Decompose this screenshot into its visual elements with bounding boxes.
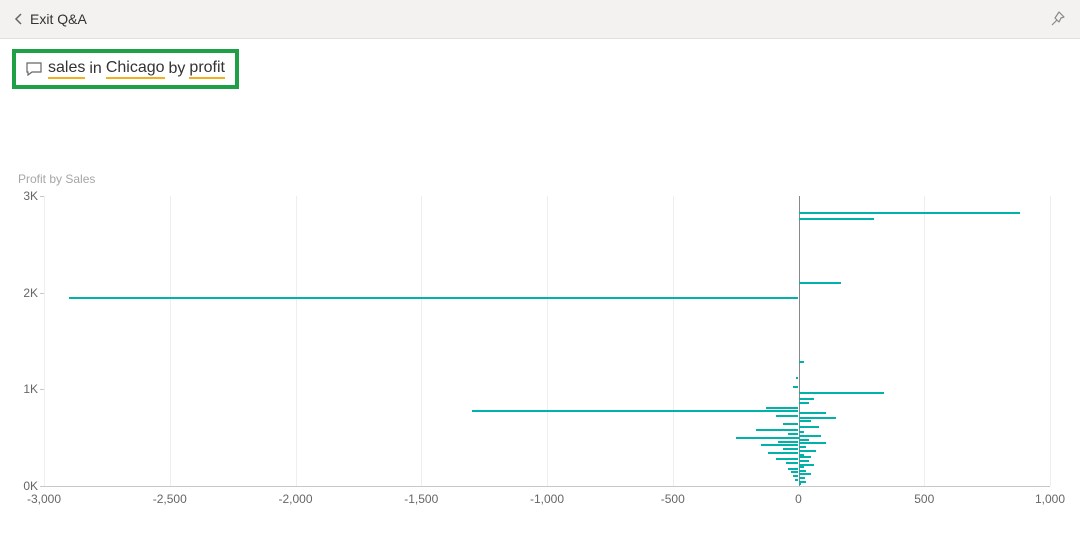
data-bar[interactable] <box>788 433 798 435</box>
chat-icon <box>26 62 42 76</box>
gridline-vertical <box>44 196 45 486</box>
gridline-vertical <box>1050 196 1051 486</box>
gridline-vertical <box>673 196 674 486</box>
data-bar[interactable] <box>799 473 812 475</box>
x-tick-label: 0 <box>795 492 802 506</box>
data-bar[interactable] <box>472 410 799 412</box>
data-bar[interactable] <box>69 297 798 299</box>
qa-query-input[interactable]: sales in Chicago by profit <box>12 49 239 89</box>
y-tick-label: 1K <box>4 382 38 396</box>
data-bar[interactable] <box>799 450 817 452</box>
x-tick-label: -500 <box>661 492 685 506</box>
x-tick-label: -1,000 <box>530 492 564 506</box>
data-bar[interactable] <box>799 483 802 485</box>
gridline-vertical <box>170 196 171 486</box>
x-axis-line <box>44 486 1050 487</box>
qa-term-profit: profit <box>189 59 225 79</box>
y-tick-label: 2K <box>4 286 38 300</box>
exit-qa-button[interactable]: Exit Q&A <box>14 11 87 27</box>
gridline-vertical <box>296 196 297 486</box>
qa-query-area: sales in Chicago by profit <box>0 39 1080 89</box>
gridline-vertical <box>421 196 422 486</box>
data-bar[interactable] <box>799 439 809 441</box>
data-bar[interactable] <box>793 386 798 388</box>
data-bar[interactable] <box>756 429 799 431</box>
qa-word-in: in <box>89 60 101 78</box>
exit-qa-label: Exit Q&A <box>30 11 87 27</box>
data-bar[interactable] <box>786 462 799 464</box>
data-bar[interactable] <box>736 437 799 439</box>
x-tick-label: 500 <box>914 492 934 506</box>
data-bar[interactable] <box>799 218 874 220</box>
data-bar[interactable] <box>799 470 807 472</box>
qa-term-chicago: Chicago <box>106 59 165 79</box>
y-tick-label: 0K <box>4 479 38 493</box>
qa-word-by: by <box>169 60 186 78</box>
data-bar[interactable] <box>799 282 842 284</box>
chevron-left-icon <box>14 13 24 25</box>
data-bar[interactable] <box>799 361 804 363</box>
chart-title: Profit by Sales <box>18 172 95 186</box>
data-bar[interactable] <box>799 392 885 394</box>
gridline-vertical <box>547 196 548 486</box>
data-bar[interactable] <box>799 466 804 468</box>
data-bar[interactable] <box>799 212 1020 214</box>
qa-term-sales: sales <box>48 59 85 79</box>
pin-icon[interactable] <box>1050 11 1066 27</box>
y-tick-mark <box>40 486 44 487</box>
x-tick-label: 1,000 <box>1035 492 1065 506</box>
data-bar[interactable] <box>778 441 798 443</box>
data-bar[interactable] <box>768 452 798 454</box>
data-bar[interactable] <box>788 468 798 470</box>
data-bar[interactable] <box>799 477 805 479</box>
data-bar[interactable] <box>776 415 799 417</box>
data-bar[interactable] <box>799 460 809 462</box>
data-bar[interactable] <box>783 423 798 425</box>
data-bar[interactable] <box>796 377 799 379</box>
x-tick-label: -3,000 <box>27 492 61 506</box>
data-bar[interactable] <box>761 444 799 446</box>
x-tick-label: -1,500 <box>404 492 438 506</box>
data-bar[interactable] <box>799 412 827 414</box>
data-bar[interactable] <box>766 407 799 409</box>
data-bar[interactable] <box>776 458 799 460</box>
x-tick-label: -2,500 <box>153 492 187 506</box>
data-bar[interactable] <box>799 426 819 428</box>
data-bar[interactable] <box>799 420 812 422</box>
plot-area <box>44 196 1050 486</box>
gridline-vertical <box>924 196 925 486</box>
data-bar[interactable] <box>791 471 799 473</box>
y-tick-mark <box>40 389 44 390</box>
header-bar: Exit Q&A <box>0 0 1080 39</box>
data-bar[interactable] <box>799 456 812 458</box>
y-tick-mark <box>40 293 44 294</box>
data-bar[interactable] <box>783 448 798 450</box>
data-bar[interactable] <box>799 446 807 448</box>
data-bar[interactable] <box>799 442 827 444</box>
data-bar[interactable] <box>799 398 814 400</box>
y-tick-mark <box>40 196 44 197</box>
data-bar[interactable] <box>799 417 837 419</box>
data-bar[interactable] <box>799 435 822 437</box>
y-tick-label: 3K <box>4 189 38 203</box>
data-bar[interactable] <box>799 431 804 433</box>
data-bar[interactable] <box>799 402 809 404</box>
chart-canvas: 0K 1K 2K 3K -3,000 -2,500 -2,000 -1,500 -1,000 -5… <box>0 186 1080 516</box>
x-tick-label: -2,000 <box>278 492 312 506</box>
